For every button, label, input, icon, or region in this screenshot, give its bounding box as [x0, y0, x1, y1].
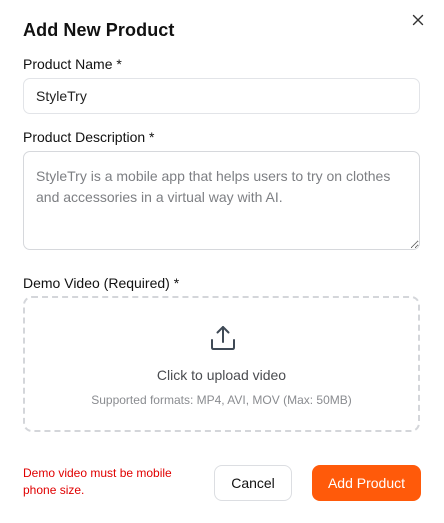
video-upload-dropzone[interactable]: Click to upload video Supported formats:…	[23, 296, 420, 432]
cancel-button[interactable]: Cancel	[214, 465, 292, 501]
error-message: Demo video must be mobile phone size.	[23, 466, 172, 497]
upload-format-hint: Supported formats: MP4, AVI, MOV (Max: 5…	[91, 393, 352, 407]
add-product-button[interactable]: Add Product	[312, 465, 421, 501]
product-name-input[interactable]	[23, 78, 420, 114]
product-description-label: Product Description *	[23, 129, 155, 145]
dialog-title: Add New Product	[23, 20, 175, 40]
close-icon	[412, 13, 424, 31]
close-button[interactable]	[408, 12, 428, 32]
product-name-label: Product Name *	[23, 56, 122, 72]
upload-prompt: Click to upload video	[156, 367, 287, 383]
add-product-dialog: Add New Product Product Name * Product D…	[0, 0, 444, 523]
product-description-textarea[interactable]: StyleTry is a mobile app that helps user…	[23, 151, 420, 250]
upload-icon	[209, 324, 237, 352]
demo-video-label: Demo Video (Required) *	[23, 275, 180, 291]
